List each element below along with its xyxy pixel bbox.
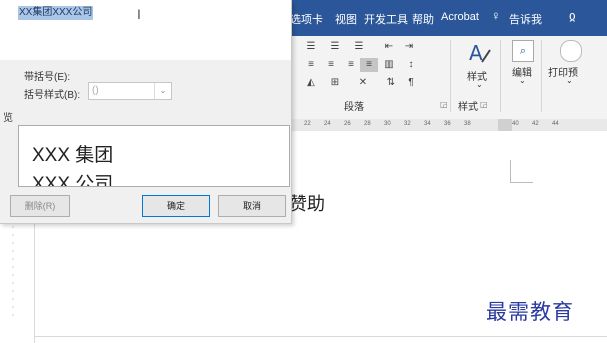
- group-separator: [541, 40, 542, 112]
- styles-group-label: 样式: [458, 102, 478, 113]
- selected-text[interactable]: XX集团XXX公司: [18, 6, 94, 20]
- ruler-number: 28: [364, 121, 371, 127]
- ruler-number: 30: [384, 121, 391, 127]
- chevron-down-icon[interactable]: ⌄: [154, 83, 171, 99]
- tab-view[interactable]: 视图: [335, 11, 357, 27]
- paragraph-group-label: 段落: [344, 102, 364, 113]
- numbering-dialog: XX集团XXX公司 I 带括号(E): 括号样式(B): () ⌄ 览 XXX …: [0, 0, 292, 224]
- margin-corner-mark: [510, 160, 533, 183]
- indent-marker[interactable]: [498, 119, 512, 131]
- align-center-icon[interactable]: ≡: [322, 58, 340, 72]
- align-right-icon[interactable]: ≡: [342, 58, 360, 72]
- find-icon[interactable]: ⌕: [512, 40, 534, 62]
- show-marks-icon[interactable]: ¶: [402, 76, 420, 90]
- decrease-indent-icon[interactable]: ⇤: [380, 40, 398, 54]
- ruler-number: 42: [532, 121, 539, 127]
- ribbon-body: ☰ ☰ ☰ ⇤ ⇥ ≡ ≡ ≡ ≡ ▥ ↕ ◭ ⊞ ✕ ⇅ ¶ 段落 ◲ A 样…: [290, 36, 607, 120]
- number-style-label: 括号样式(B):: [24, 90, 81, 101]
- justify-icon[interactable]: ≡: [360, 58, 378, 72]
- ruler-number: 24: [324, 121, 331, 127]
- preview-line: XXX 公司: [32, 174, 114, 187]
- tab-acrobat[interactable]: Acrobat: [441, 11, 479, 23]
- borders-icon[interactable]: ⊞: [326, 76, 344, 90]
- preview-box: XXX 集团 XXX 公司: [18, 125, 290, 187]
- ruler-number: 38: [464, 121, 471, 127]
- line-spacing-icon[interactable]: ↕: [402, 58, 420, 72]
- watermark-logo: 最需教育: [486, 300, 574, 324]
- delete-button[interactable]: 删除(R): [10, 195, 70, 217]
- text-cursor-icon: I: [137, 6, 141, 22]
- page-bottom-edge: [34, 336, 607, 337]
- tab-developer[interactable]: 开发工具: [364, 11, 408, 27]
- multilevel-list-icon[interactable]: ☰: [350, 40, 368, 54]
- number-with-parens-label: 带括号(E):: [24, 72, 71, 83]
- print-preview-label[interactable]: 打印预: [548, 64, 578, 79]
- styles-icon[interactable]: A: [466, 40, 492, 66]
- increase-indent-icon[interactable]: ⇥: [400, 40, 418, 54]
- lightbulb-icon[interactable]: ♀: [491, 8, 501, 23]
- share-user-icon[interactable]: ჲ: [569, 8, 576, 24]
- ruler-number: 32: [404, 121, 411, 127]
- ruler-number: 44: [552, 121, 559, 127]
- group-separator: [500, 40, 501, 112]
- chinese-layout-icon[interactable]: ✕: [354, 76, 372, 90]
- paragraph-launcher-icon[interactable]: ◲: [440, 100, 448, 109]
- chevron-down-icon[interactable]: ⌄: [519, 76, 526, 85]
- number-style-value: (): [92, 85, 99, 96]
- print-preview-icon[interactable]: [560, 40, 582, 62]
- align-left-icon[interactable]: ≡: [302, 58, 320, 72]
- document-body-text[interactable]: 赞助: [289, 190, 325, 216]
- bullets-icon[interactable]: ☰: [302, 40, 320, 54]
- numbering-icon[interactable]: ☰: [326, 40, 344, 54]
- chevron-down-icon[interactable]: ⌄: [476, 80, 483, 89]
- svg-text:A: A: [469, 41, 483, 65]
- ribbon-tab-bar: 选项卡 视图 开发工具 帮助 Acrobat ♀ 告诉我 ჲ: [290, 0, 607, 36]
- shading-icon[interactable]: ◭: [302, 76, 320, 90]
- tab-help[interactable]: 帮助: [412, 11, 434, 27]
- ok-button[interactable]: 确定: [142, 195, 210, 217]
- ruler-number: 40: [512, 121, 519, 127]
- vertical-ruler[interactable]: [8, 210, 18, 320]
- page-left-edge: [34, 222, 35, 343]
- ruler-number: 26: [344, 121, 351, 127]
- ruler-number: 34: [424, 121, 431, 127]
- tab-tell-me[interactable]: 告诉我: [509, 11, 542, 27]
- preview-line: XXX 集团: [32, 145, 114, 166]
- styles-launcher-icon[interactable]: ◲: [480, 100, 488, 109]
- distributed-icon[interactable]: ▥: [380, 58, 398, 72]
- ruler-number: 36: [444, 121, 451, 127]
- tab-options[interactable]: 选项卡: [290, 11, 323, 27]
- chevron-down-icon[interactable]: ⌄: [566, 76, 573, 85]
- ruler-number: 22: [304, 121, 311, 127]
- number-style-select[interactable]: () ⌄: [88, 82, 172, 100]
- preview-label: 览: [3, 113, 13, 124]
- group-separator: [450, 40, 451, 112]
- cancel-button[interactable]: 取消: [218, 195, 286, 217]
- sort-icon[interactable]: ⇅: [382, 76, 400, 90]
